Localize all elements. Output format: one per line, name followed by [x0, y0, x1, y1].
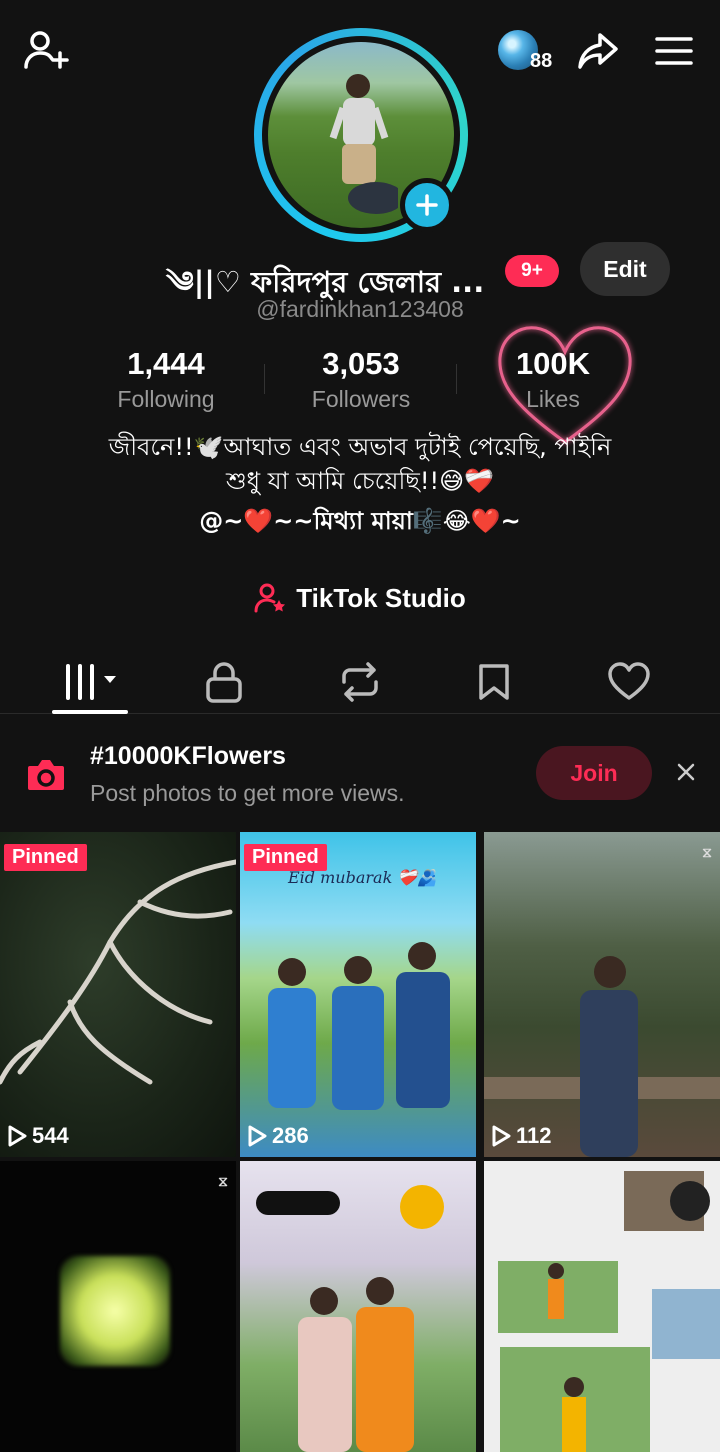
view-count-value: 544	[32, 1123, 69, 1148]
person-graphic	[484, 956, 720, 1157]
view-count: 544	[6, 1123, 69, 1149]
banner-hashtag: #10000KFlowers	[90, 742, 286, 770]
bio-line: জীবনে!!🕊️আঘাত এবং অভাব দুটাই পেয়েছি, পা…	[108, 433, 612, 461]
person-silhouette	[329, 74, 398, 214]
tab-videos[interactable]	[52, 654, 132, 710]
play-icon	[8, 1125, 27, 1147]
close-icon[interactable]	[668, 754, 704, 790]
studio-person-star-icon	[254, 583, 286, 613]
bio: জীবনে!!🕊️আঘাত এবং অভাব দুটাই পেয়েছি, পা…	[40, 430, 680, 538]
video-thumbnail[interactable]: Pinned 544	[0, 832, 236, 1157]
followers-count: 3,053	[322, 346, 400, 381]
people-graphic	[256, 1185, 444, 1452]
video-grid: Pinned 544 Pinned Eid mubarak ❤️‍🩹🫂 286 …	[0, 832, 720, 1452]
following-label: Following	[117, 386, 215, 412]
challenge-banner[interactable]: #10000KFlowers Post photos to get more v…	[0, 716, 720, 832]
following-count: 1,444	[127, 346, 205, 381]
view-count-value: 112	[516, 1123, 552, 1148]
collage-graphic	[498, 1171, 720, 1452]
bookmark-icon	[479, 664, 509, 700]
divider	[264, 364, 265, 394]
banner-subtitle: Post photos to get more views.	[90, 780, 405, 806]
video-caption-overlay: Eid mubarak ❤️‍🩹🫂	[288, 868, 438, 887]
glow-graphic	[60, 1256, 170, 1366]
video-thumbnail[interactable]	[484, 1161, 720, 1452]
username: @fardinkhan123408	[256, 296, 464, 322]
name-row: ༄||♡ ফরিদপুর জেলার ... 9+ Edit	[0, 242, 720, 299]
tab-reposts[interactable]	[320, 654, 400, 710]
add-story-button[interactable]	[400, 178, 454, 232]
camera-icon	[28, 760, 64, 790]
menu-icon[interactable]	[650, 28, 698, 74]
coin-balance[interactable]: 88	[498, 30, 564, 72]
plus-icon	[416, 194, 438, 216]
view-count: 112	[490, 1123, 552, 1149]
branches-graphic	[0, 859, 236, 1085]
heart-icon	[608, 662, 650, 700]
capcut-icon: ⧖	[218, 1173, 228, 1189]
add-friend-icon[interactable]	[20, 28, 72, 74]
tiktok-studio-link[interactable]: TikTok Studio	[0, 576, 720, 620]
studio-label: TikTok Studio	[296, 582, 466, 613]
bio-line: @~❤️~~মিথ্যা মায়া🎼😂❤️~	[199, 507, 521, 535]
tab-liked[interactable]	[589, 654, 669, 710]
repost-icon	[342, 662, 378, 702]
join-button[interactable]: Join	[536, 746, 652, 800]
edit-profile-button[interactable]: Edit	[580, 242, 670, 296]
play-icon	[248, 1125, 267, 1147]
capcut-icon: ⧖	[702, 844, 712, 860]
bio-line: শুধু যা আমি চেয়েছি!!😅❤️‍🩹	[226, 467, 494, 495]
pinned-label: Pinned	[4, 844, 87, 871]
view-count-value: 286	[272, 1123, 309, 1148]
lock-icon	[206, 662, 242, 703]
tab-private[interactable]	[184, 654, 264, 710]
divider	[456, 364, 457, 394]
coin-count: 88	[530, 50, 553, 72]
tab-favorites[interactable]	[454, 654, 534, 710]
video-thumbnail[interactable]: ⧖	[0, 1161, 236, 1452]
notification-badge[interactable]: 9+	[505, 255, 559, 287]
following-stat[interactable]: 1,444 Following	[76, 346, 256, 413]
view-count: 286	[246, 1123, 309, 1149]
video-thumbnail[interactable]: ⧖ 112	[484, 832, 720, 1157]
active-tab-indicator	[52, 710, 128, 714]
video-thumbnail[interactable]	[240, 1161, 476, 1452]
pinned-label: Pinned	[244, 844, 327, 871]
followers-stat[interactable]: 3,053 Followers	[271, 346, 451, 413]
video-thumbnail[interactable]: Pinned Eid mubarak ❤️‍🩹🫂 286	[240, 832, 476, 1157]
play-icon	[492, 1125, 511, 1147]
followers-label: Followers	[311, 386, 411, 412]
share-icon[interactable]	[574, 28, 622, 74]
content-tabs	[0, 646, 720, 714]
grid-lines-icon	[66, 664, 116, 700]
